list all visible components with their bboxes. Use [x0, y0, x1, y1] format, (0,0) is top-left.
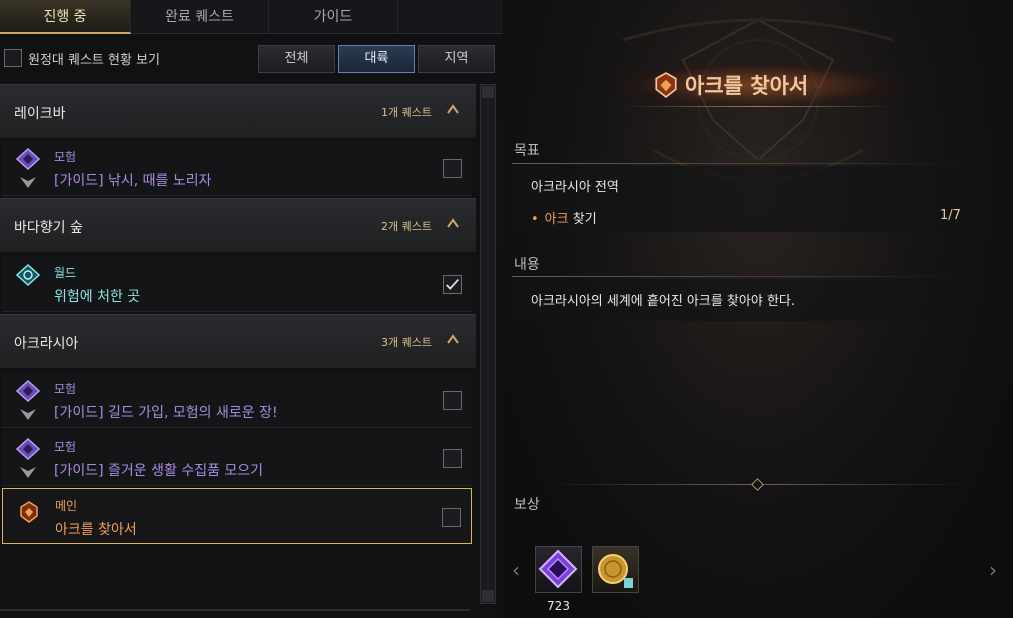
reward-prev-arrow[interactable]: ‹: [512, 560, 526, 580]
divider: [512, 163, 967, 164]
quest-title: 아크를 찾아서: [55, 522, 137, 538]
quest-item[interactable]: 월드 위험에 처한 곳: [2, 256, 472, 312]
quest-list-panel: 진행 중 완료 퀘스트 가이드 원정대 퀘스트 현황 보기 전체 대륙 지역 레…: [0, 0, 503, 618]
chevron-up-icon[interactable]: [446, 102, 460, 116]
quest-title: [가이드] 길드 가입, 모험의 새로운 장!: [54, 405, 278, 421]
objective-highlight: 아크: [544, 212, 569, 227]
group-count: 2개 퀘스트: [381, 220, 432, 233]
expedition-toggle[interactable]: 원정대 퀘스트 현황 보기: [4, 48, 160, 68]
quest-title: [가이드] 즐거운 생활 수집품 모으기: [54, 463, 264, 479]
group-header-arkesia[interactable]: 아크라시아 3개 퀘스트: [0, 314, 476, 368]
track-checkbox[interactable]: [443, 449, 462, 468]
reward-slot-gem[interactable]: [535, 546, 582, 593]
group-name: 아크라시아: [14, 336, 79, 352]
title-underline: [623, 106, 893, 107]
quest-item[interactable]: 모험 [가이드] 즐거운 생활 수집품 모으기: [2, 430, 472, 486]
quest-category: 모험: [54, 440, 77, 454]
group-header-lakebar[interactable]: 레이크바 1개 퀘스트: [0, 84, 476, 138]
track-checkbox[interactable]: [442, 508, 461, 527]
divider: [512, 276, 967, 277]
adventure-icon: [16, 148, 40, 170]
reward-slot-coin[interactable]: [592, 546, 639, 593]
expedition-label: 원정대 퀘스트 현황 보기: [28, 52, 160, 68]
chevron-up-icon[interactable]: [446, 332, 460, 346]
world-quest-icon: [16, 264, 40, 286]
quest-title: 위험에 처한 곳: [54, 289, 141, 305]
adventure-icon: [16, 438, 40, 460]
quest-item[interactable]: 모험 [가이드] 길드 가입, 모험의 새로운 장!: [2, 372, 472, 428]
quest-list: 레이크바 1개 퀘스트 모험 [가이드] 낚시, 때를 노리자 바다향기 숲 2…: [0, 84, 476, 610]
quest-category: 메인: [55, 499, 78, 513]
quest-category: 모험: [54, 382, 77, 396]
quest-title: [가이드] 낚시, 때를 노리자: [54, 173, 212, 189]
tab-completed[interactable]: 완료 퀘스트: [131, 0, 269, 34]
scroll-up-arrow[interactable]: [482, 86, 494, 98]
track-checkbox-checked[interactable]: [443, 275, 462, 294]
expedition-checkbox[interactable]: [4, 49, 22, 67]
gold-coin-icon: [598, 554, 633, 588]
group-count: 1개 퀘스트: [381, 106, 432, 119]
group-header-seascent-forest[interactable]: 바다향기 숲 2개 퀘스트: [0, 198, 476, 252]
quest-marker-icon: [20, 467, 36, 478]
main-quest-icon: [655, 72, 677, 98]
adventure-icon: [16, 380, 40, 402]
track-checkbox[interactable]: [443, 159, 462, 178]
content-header: 내용: [514, 257, 540, 273]
quest-marker-icon: [20, 409, 36, 420]
scrollbar[interactable]: [480, 84, 496, 604]
quest-tabs: 진행 중 완료 퀘스트 가이드: [0, 0, 503, 34]
group-count: 3개 퀘스트: [381, 336, 432, 349]
quest-marker-icon: [20, 177, 36, 188]
quest-category: 모험: [54, 150, 77, 164]
purple-gem-icon: [538, 549, 578, 589]
filter-group: 전체 대륙 지역: [258, 45, 495, 73]
filter-all-button[interactable]: 전체: [258, 45, 335, 73]
quest-item[interactable]: 모험 [가이드] 낚시, 때를 노리자: [2, 140, 472, 196]
quest-title-heading: 아크를 찾아서: [653, 70, 808, 100]
checkmark-icon: [446, 278, 459, 290]
divider-ornament: [751, 478, 764, 491]
objective-location: 아크라시아 전역: [531, 180, 619, 195]
track-checkbox[interactable]: [443, 391, 462, 410]
group-name: 바다향기 숲: [14, 220, 83, 236]
objective-task-text: 찾기: [572, 212, 597, 227]
divider: [0, 609, 470, 611]
filter-region-button[interactable]: 지역: [418, 45, 495, 73]
reward-count: 723: [547, 599, 570, 613]
reward-header: 보상: [514, 497, 540, 513]
reward-next-arrow[interactable]: ›: [989, 560, 1003, 580]
objective-progress: 1/7: [940, 208, 961, 223]
main-quest-icon: [20, 501, 38, 523]
filter-continent-button[interactable]: 대륙: [338, 45, 415, 73]
group-name: 레이크바: [14, 106, 66, 122]
tab-in-progress[interactable]: 진행 중: [0, 0, 131, 34]
chevron-up-icon[interactable]: [446, 216, 460, 230]
quest-category: 월드: [54, 266, 77, 280]
scroll-down-arrow[interactable]: [482, 590, 494, 602]
content-text: 아크라시아의 세계에 흩어진 아크를 찾아야 한다.: [531, 294, 795, 309]
detail-title: 아크를 찾아서: [685, 74, 809, 98]
quest-detail-panel: 아크를 찾아서 목표 아크라시아 전역 • 아크 찾기 1/7 내용 아크라시아의…: [503, 0, 1013, 618]
objective-header: 목표: [514, 143, 540, 159]
tab-guide[interactable]: 가이드: [269, 0, 398, 34]
objective-task: • 아크 찾기: [531, 212, 597, 227]
decorative-ornament: [622, 18, 894, 182]
quest-item-selected[interactable]: 메인 아크를 찾아서: [2, 488, 472, 544]
